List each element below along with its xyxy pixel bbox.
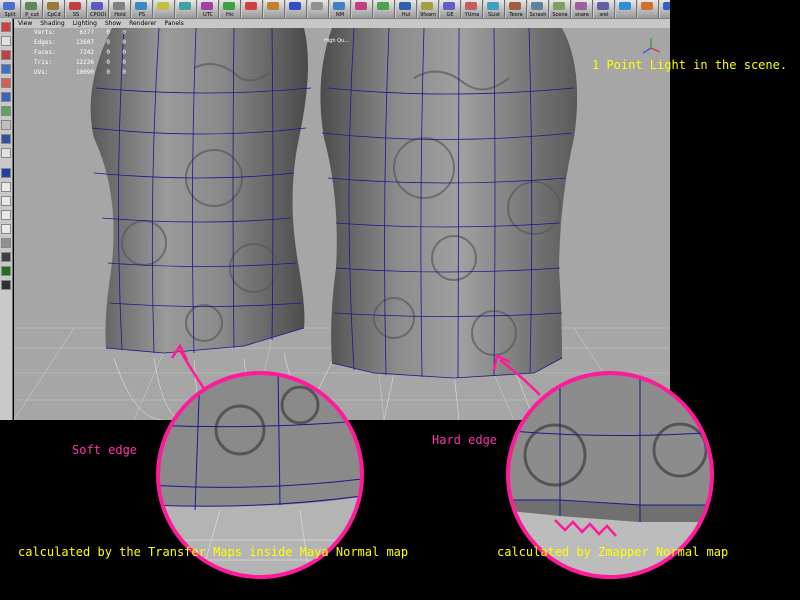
light-note: 1 Point Light in the scene. xyxy=(592,58,788,72)
soft-edge-label: Soft edge xyxy=(72,443,138,457)
maya-caption: calculated by the Transfer Maps inside M… xyxy=(18,545,409,559)
hard-edge-arrow xyxy=(499,359,541,396)
annotation-overlay xyxy=(156,343,714,579)
hard-edge-label: Hard edge xyxy=(432,433,498,447)
soft-edge-arrowhead xyxy=(170,343,189,361)
zmapper-caption: calculated by Zmapper Normal map xyxy=(497,545,729,559)
